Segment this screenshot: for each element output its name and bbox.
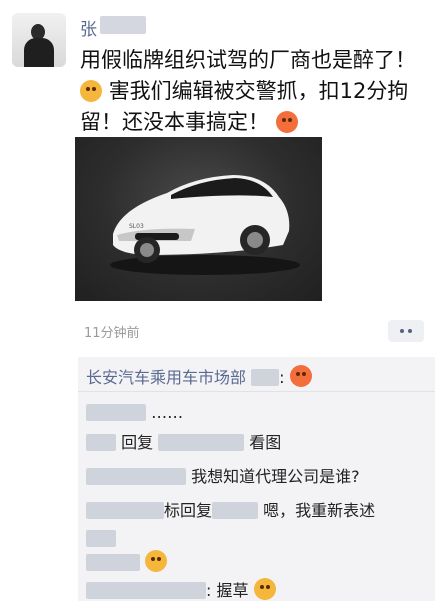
redacted-block: [86, 502, 164, 519]
comment-row[interactable]: [86, 529, 116, 549]
post-text-line-3: 留！还没本事搞定！: [80, 107, 432, 138]
author-name[interactable]: 张: [80, 15, 97, 40]
redacted-block: [251, 369, 280, 386]
post-text-line-2: 害我们编辑被交警抓，扣12分拘: [80, 76, 432, 107]
redacted-block: [86, 434, 116, 451]
post-text: 用假临牌组织试驾的厂商也是醉了！ 害我们编辑被交警抓，扣12分拘 留！还没本事搞…: [80, 45, 432, 138]
author-avatar[interactable]: [12, 13, 66, 67]
redacted-block: [86, 554, 140, 571]
comments-panel: 长安汽车乘用车市场部 : …… 回复 看图 我想知道代理公司是谁? 标回复 嗯，…: [78, 357, 435, 601]
dot-icon: [408, 329, 412, 333]
angry-emoji-icon: [289, 365, 312, 387]
author-name-redacted: [100, 16, 146, 34]
car-badge-text: SL03: [129, 223, 144, 230]
redacted-block: [158, 434, 245, 451]
post-text-line-1: 用假临牌组织试驾的厂商也是醉了！: [80, 48, 416, 72]
comment-row[interactable]: : 握草: [86, 578, 276, 601]
surprised-emoji-icon: [145, 550, 168, 572]
avatar-body: [24, 38, 54, 67]
comment-row[interactable]: 标回复 嗯，我重新表述: [86, 501, 375, 521]
comment-row[interactable]: 长安汽车乘用车市场部 :: [86, 365, 312, 388]
comment-row[interactable]: 回复 看图: [86, 433, 281, 453]
comment-user[interactable]: 长安汽车乘用车市场部: [86, 368, 246, 387]
more-actions-button[interactable]: [388, 320, 424, 342]
post-timestamp: 11分钟前: [84, 326, 140, 341]
redacted-block: [86, 530, 116, 547]
comments-divider: [78, 391, 435, 392]
dot-icon: [400, 329, 404, 333]
laughing-emoji-icon: [253, 578, 276, 600]
comment-row[interactable]: 我想知道代理公司是谁?: [86, 467, 360, 487]
redacted-block: [212, 502, 259, 519]
car-illustration-icon: SL03: [110, 175, 300, 275]
redacted-block: [86, 468, 186, 485]
drooling-emoji-icon: [80, 80, 102, 102]
comment-row[interactable]: [86, 550, 168, 573]
post-image-car[interactable]: SL03: [75, 137, 322, 301]
comment-row[interactable]: ……: [86, 403, 183, 423]
angry-emoji-icon: [275, 111, 298, 133]
redacted-block: [86, 404, 146, 421]
redacted-block: [86, 582, 206, 599]
